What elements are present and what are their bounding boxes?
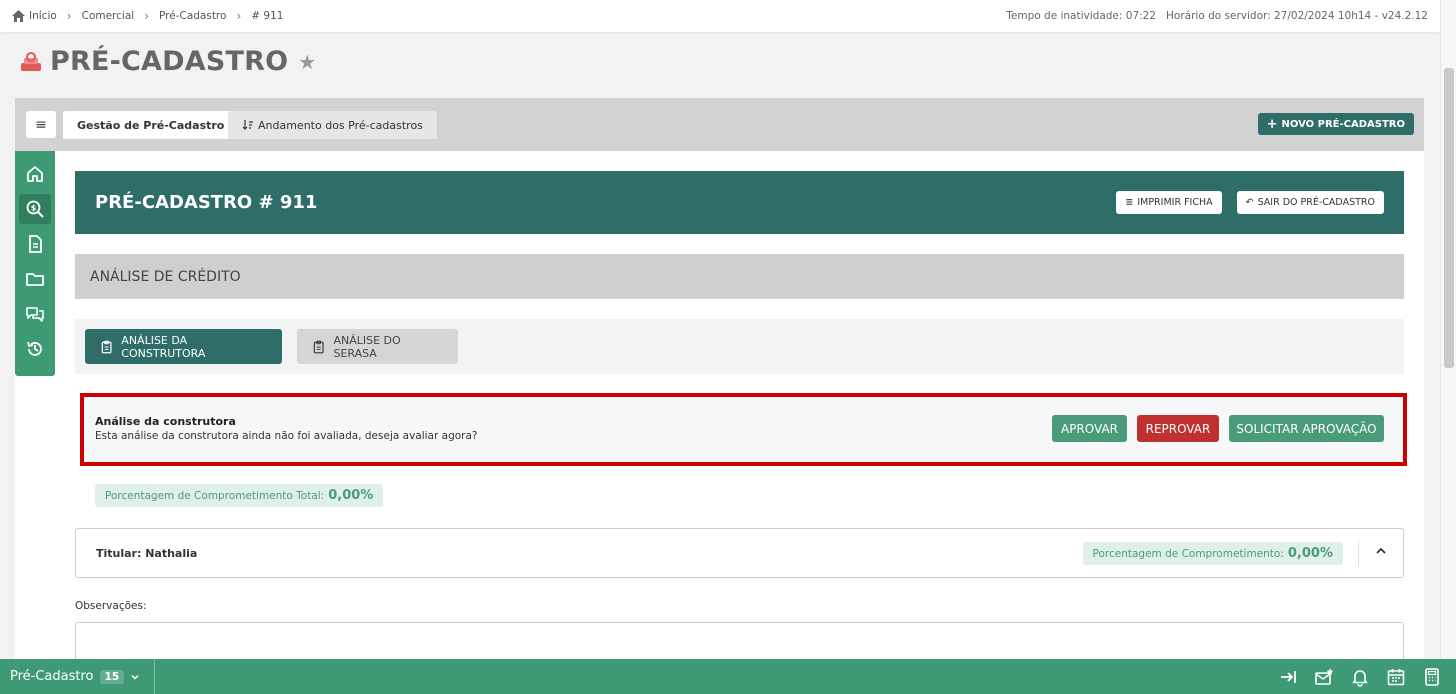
register-icon: [21, 51, 41, 71]
nav-history[interactable]: [19, 334, 51, 364]
exit-pre-cadastro-label: SAIR DO PRÉ-CADASTRO: [1257, 197, 1375, 208]
total-commitment-badge: Porcentagem de Comprometimento Total: 0,…: [95, 484, 384, 507]
exit-pre-cadastro-button[interactable]: ↶ SAIR DO PRÉ-CADASTRO: [1236, 191, 1384, 214]
menu-button[interactable]: ≡: [26, 111, 56, 138]
nav-folder[interactable]: [19, 264, 51, 294]
nav-credit-analysis[interactable]: $: [19, 194, 51, 224]
module-tabs: ≡ Gestão de Pré-Cadastro Andamento dos P…: [15, 98, 1424, 151]
svg-text:$: $: [31, 204, 37, 213]
holder-commitment-badge: Porcentagem de Comprometimento: 0,00%: [1082, 542, 1343, 565]
top-bar: Início › Comercial › Pré-Cadastro › # 91…: [0, 0, 1440, 32]
new-pre-cadastro-button[interactable]: + NOVO PRÉ-CADASTRO: [1257, 113, 1414, 135]
chevron-down-icon: [131, 674, 139, 680]
holder-commitment-value: 0,00%: [1287, 546, 1333, 561]
nav-home[interactable]: [19, 159, 51, 189]
tab-andamento-pre-cadastros[interactable]: Andamento dos Pré-cadastros: [228, 111, 437, 139]
history-icon: [27, 341, 42, 356]
page-title: PRÉ-CADASTRO: [50, 46, 289, 77]
search-dollar-icon: $: [26, 200, 44, 218]
analysis-subtabs: ANÁLISE DA CONSTRUTORA ANÁLISE DO SERASA: [75, 319, 1404, 374]
breadcrumb-item-pre-cadastro[interactable]: Pré-Cadastro: [159, 10, 226, 22]
construtora-analysis-alert: Análise da construtora Esta análise da c…: [80, 393, 1407, 466]
pre-cadastro-banner: PRÉ-CADASTRO # 911 ≣ IMPRIMIR FICHA ↶ SA…: [75, 171, 1404, 234]
module-label: Pré-Cadastro: [10, 669, 94, 684]
server-info: Tempo de inatividade: 07:22 Horário do s…: [1006, 10, 1428, 22]
nav-documents[interactable]: [19, 229, 51, 259]
document-icon: [29, 235, 42, 253]
plus-icon: +: [1266, 116, 1278, 132]
chevron-up-icon[interactable]: [1375, 545, 1387, 557]
chevron-right-icon: ›: [66, 9, 72, 23]
breadcrumb-item-comercial[interactable]: Comercial: [82, 10, 135, 22]
calculator-icon[interactable]: [1422, 667, 1442, 687]
list-icon: ≣: [1125, 197, 1134, 208]
footer-actions: [1278, 667, 1456, 687]
print-form-button[interactable]: ≣ IMPRIMIR FICHA: [1116, 191, 1222, 214]
favorite-star-icon[interactable]: ★: [298, 50, 316, 74]
tab-analise-serasa-label: ANÁLISE DO SERASA: [333, 333, 401, 360]
total-commitment-value: 0,00%: [328, 488, 374, 503]
tab-gestao-pre-cadastro[interactable]: Gestão de Pré-Cadastro: [63, 111, 239, 139]
holder-name: Titular: Nathalia: [96, 547, 198, 560]
observations-label: Observações:: [75, 600, 147, 612]
clipboard-icon: [313, 340, 324, 353]
idle-time: Tempo de inatividade: 07:22: [1006, 10, 1157, 22]
nav-chat[interactable]: [19, 299, 51, 329]
server-time: Horário do servidor: 27/02/2024 10h14 - …: [1166, 10, 1428, 22]
tab-andamento-label: Andamento dos Pré-cadastros: [258, 118, 423, 132]
divider: [1358, 541, 1359, 567]
page-header: PRÉ-CADASTRO ★: [18, 46, 316, 77]
request-approval-button[interactable]: SOLICITAR APROVAÇÃO: [1229, 415, 1384, 442]
tab-analise-construtora-label: ANÁLISE DA CONSTRUTORA: [121, 333, 206, 360]
banner-actions: ≣ IMPRIMIR FICHA ↶ SAIR DO PRÉ-CADASTRO: [1116, 191, 1384, 214]
bell-icon[interactable]: [1350, 667, 1370, 687]
footer-bar: Pré-Cadastro 15: [0, 659, 1456, 694]
section-title: ANÁLISE DE CRÉDITO: [75, 254, 1404, 299]
sort-icon: [242, 120, 253, 130]
tab-analise-serasa[interactable]: ANÁLISE DO SERASA: [297, 329, 458, 364]
approve-button[interactable]: APROVAR: [1052, 415, 1127, 442]
reply-icon: ↶: [1245, 197, 1254, 208]
scrollbar-thumb[interactable]: [1444, 68, 1454, 368]
holder-commitment-label: Porcentagem de Comprometimento:: [1092, 547, 1284, 560]
chat-icon: [26, 307, 44, 322]
chevron-right-icon: ›: [144, 9, 149, 23]
reject-button[interactable]: REPROVAR: [1137, 415, 1219, 442]
breadcrumb-home[interactable]: Início: [12, 10, 57, 22]
print-form-label: IMPRIMIR FICHA: [1137, 197, 1213, 208]
chevron-right-icon: ›: [236, 9, 242, 23]
breadcrumb-item-inicio: Início: [29, 10, 57, 22]
alert-message: Esta análise da construtora ainda não fo…: [95, 430, 478, 442]
breadcrumb: Início › Comercial › Pré-Cadastro › # 91…: [12, 9, 283, 23]
module-count-badge: 15: [99, 669, 125, 684]
home-icon: [27, 166, 43, 182]
mail-star-icon[interactable]: [1314, 667, 1334, 687]
new-pre-cadastro-label: NOVO PRÉ-CADASTRO: [1281, 118, 1405, 130]
total-commitment-label: Porcentagem de Comprometimento Total:: [105, 489, 325, 502]
module-switcher[interactable]: Pré-Cadastro 15: [0, 659, 156, 694]
clipboard-icon: [101, 340, 112, 353]
calendar-icon[interactable]: [1386, 667, 1406, 687]
banner-title: PRÉ-CADASTRO # 911: [95, 192, 318, 213]
tab-analise-construtora[interactable]: ANÁLISE DA CONSTRUTORA: [85, 329, 282, 364]
collapse-right-icon[interactable]: [1278, 667, 1298, 687]
alert-title: Análise da construtora: [95, 415, 236, 428]
breadcrumb-item-current: # 911: [251, 10, 284, 22]
page-scrollbar[interactable]: [1440, 0, 1456, 660]
home-icon: [12, 10, 25, 22]
side-nav: $: [15, 151, 55, 376]
holder-card: Titular: Nathalia Porcentagem de Comprom…: [75, 528, 1404, 578]
folder-icon: [26, 273, 44, 286]
